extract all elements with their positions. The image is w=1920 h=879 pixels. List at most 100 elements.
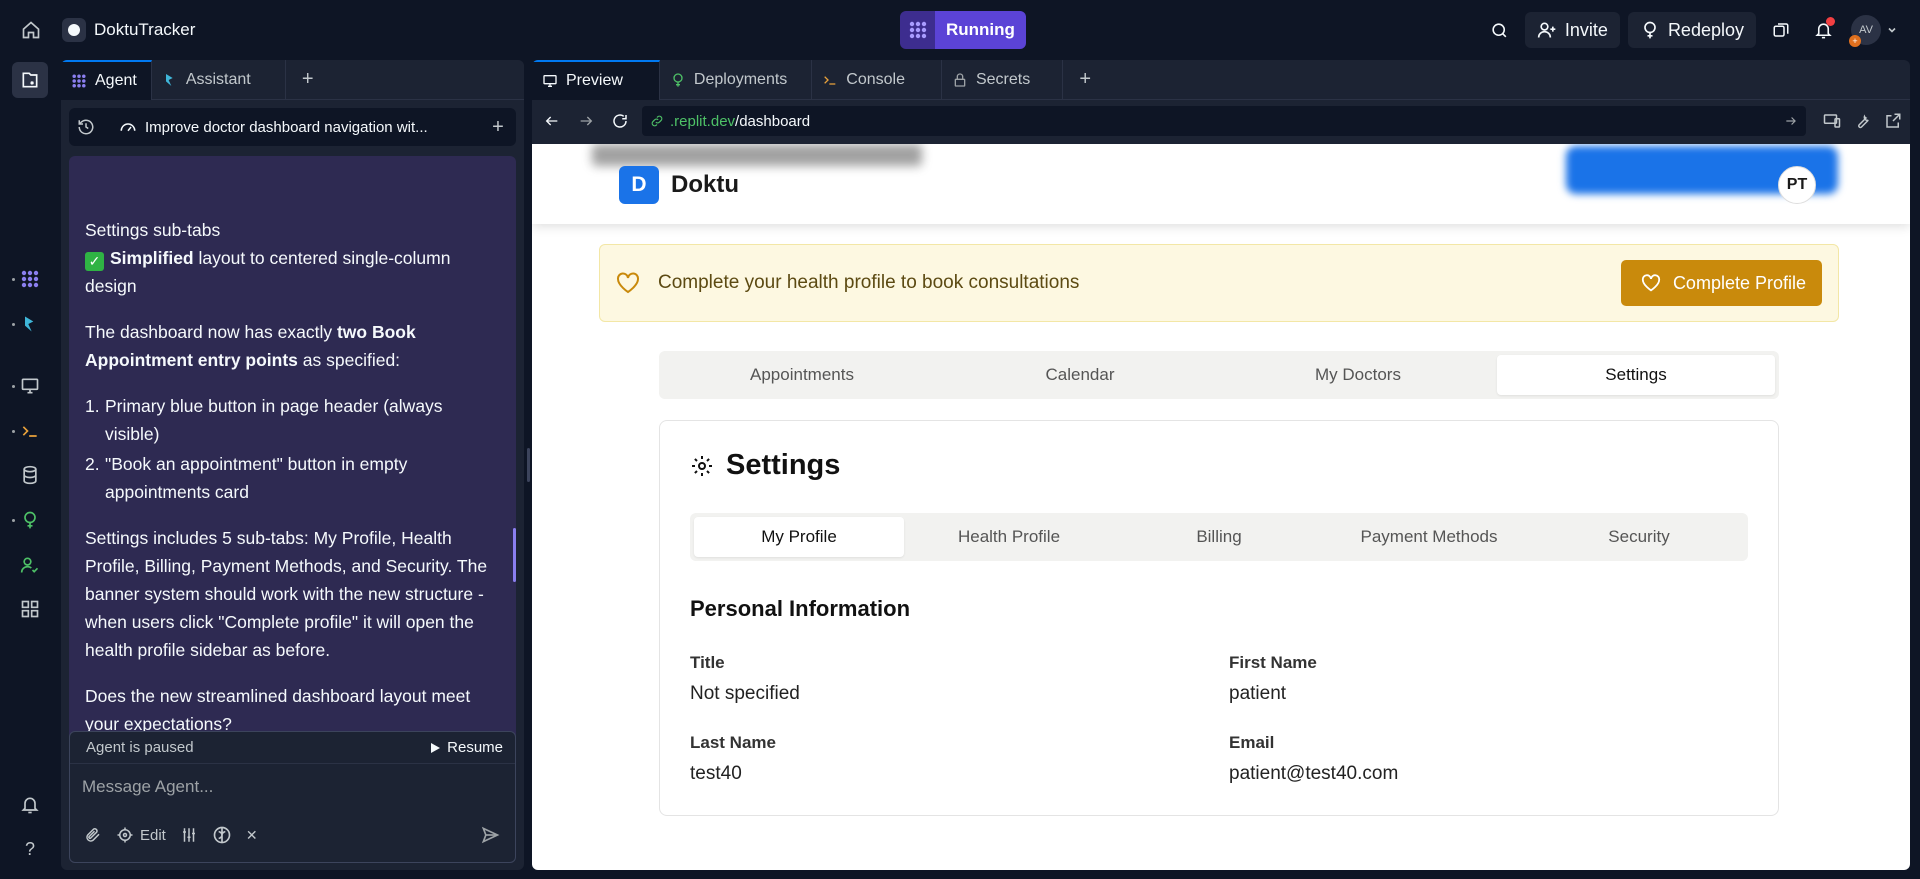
history-icon[interactable] [69,118,103,136]
tab-security[interactable]: Security [1534,517,1744,557]
field-value: test40 [690,763,742,784]
all-tools-icon[interactable] [17,596,43,622]
field-first-name: First Name patient [1229,653,1317,705]
attach-icon[interactable] [84,826,102,844]
blurred-page-title [592,144,922,166]
brain-icon [213,826,231,844]
agent-status-bar: Agent is paused Resume [70,732,515,764]
message-text: The dashboard now has exactly [85,322,337,342]
reload-icon[interactable] [608,109,632,133]
new-thread-button[interactable]: + [480,116,516,139]
add-tab-button[interactable]: + [1063,60,1107,99]
tab-label: Assistant [185,71,251,88]
rail-indicator [12,519,15,522]
search-icon[interactable] [1483,13,1517,47]
message-input[interactable]: Message Agent... [70,764,515,810]
brand[interactable]: D Doktu [619,166,739,204]
agent-message: Settings sub-tabs ✓ Simplified layout to … [85,216,495,756]
complete-profile-label: Complete Profile [1672,272,1806,293]
avatar: AV + [1849,15,1881,47]
preview-icon[interactable] [17,373,43,399]
tab-deployments[interactable]: Deployments [660,60,813,100]
forward-arrow-icon[interactable] [574,109,598,133]
lock-icon [954,73,966,87]
run-control[interactable]: Running [900,11,1026,49]
console-icon[interactable] [17,418,43,444]
tab-payment-methods[interactable]: Payment Methods [1324,517,1534,557]
tab-secrets[interactable]: Secrets [942,60,1064,100]
deploy-icon [1644,21,1656,39]
back-arrow-icon[interactable] [540,109,564,133]
tab-my-profile[interactable]: My Profile [694,517,904,557]
send-button[interactable] [477,822,503,848]
home-icon[interactable] [18,17,44,43]
rail-indicator [12,430,15,433]
tab-billing[interactable]: Billing [1114,517,1324,557]
send-icon [481,826,500,844]
chat-scrollbar[interactable] [513,528,516,582]
help-icon[interactable]: ? [17,836,43,862]
external-link-icon[interactable] [1884,112,1902,130]
tab-label: Console [846,71,905,88]
close-icon[interactable]: ✕ [246,827,258,844]
tab-appointments[interactable]: Appointments [663,355,941,395]
alerts-icon[interactable] [17,792,43,818]
notification-bell-icon[interactable] [1806,13,1840,47]
dashboard-tabs: Appointments Calendar My Doctors Setting… [659,351,1779,399]
terminal-icon [824,76,836,85]
invite-label: Invite [1564,19,1608,40]
left-rail: ? [0,60,60,879]
settings-sliders-icon[interactable] [180,826,198,844]
list-item: 1. Primary blue button in page header (al… [85,396,443,444]
agent-status: Agent is paused [86,739,194,756]
users-icon[interactable] [17,552,43,578]
add-user-icon [1537,22,1556,38]
database-icon[interactable] [17,462,43,488]
section-title: Personal Information [690,596,911,621]
windows-icon[interactable] [1764,13,1798,47]
redeploy-button[interactable]: Redeploy [1627,12,1756,48]
tab-console[interactable]: Console [812,60,942,100]
deployments-icon[interactable] [17,507,43,533]
add-tab-button[interactable]: + [286,60,330,99]
account-menu[interactable]: AV + [1848,13,1900,47]
assistant-icon[interactable] [17,311,43,337]
resume-label: Resume [447,739,503,756]
tab-preview[interactable]: Preview [532,60,660,100]
settings-title: Settings [690,449,840,482]
agent-panel: Agent Assistant + Improve doctor dashboa… [61,60,524,870]
app-header: D Doktu PT [532,144,1910,224]
running-button[interactable]: Running [935,11,1026,49]
go-arrow-icon[interactable] [1784,114,1798,128]
tab-settings[interactable]: Settings [1497,355,1775,395]
heart-icon [616,272,642,294]
profile-banner: Complete your health profile to book con… [599,244,1839,322]
tab-calendar[interactable]: Calendar [941,355,1219,395]
agent-icon[interactable] [17,266,43,292]
resume-button[interactable]: Resume [429,739,503,756]
plus-badge-icon: + [1849,35,1861,47]
thread-title[interactable]: Improve doctor dashboard navigation wit.… [103,118,480,136]
complete-profile-button[interactable]: Complete Profile [1620,260,1822,306]
invite-button[interactable]: Invite [1524,12,1620,48]
tab-assistant[interactable]: Assistant [152,60,286,100]
message-list: 1. Primary blue button in page header (al… [85,392,495,506]
tab-my-doctors[interactable]: My Doctors [1219,355,1497,395]
notification-dot [1826,17,1835,26]
user-avatar[interactable]: PT [1778,166,1816,204]
wrench-icon[interactable] [1854,112,1872,130]
tab-health-profile[interactable]: Health Profile [904,517,1114,557]
field-value: Not specified [690,683,800,704]
panel-resize-handle[interactable] [527,448,530,482]
tab-agent[interactable]: Agent [61,60,152,100]
app-name: DoktuTracker [94,20,196,39]
files-icon[interactable] [12,62,48,98]
field-last-name: Last Name test40 [690,733,776,785]
address-field[interactable]: .replit.dev/dashboard [642,106,1806,136]
edit-button[interactable]: Edit [116,826,166,844]
devices-icon[interactable] [1822,112,1842,130]
app-switcher[interactable]: DoktuTracker [62,15,195,45]
extended-thinking-toggle[interactable]: ✕ [212,825,258,845]
field-label: Last Name [690,733,776,752]
chat-messages: Settings sub-tabs ✓ Simplified layout to … [69,156,516,762]
